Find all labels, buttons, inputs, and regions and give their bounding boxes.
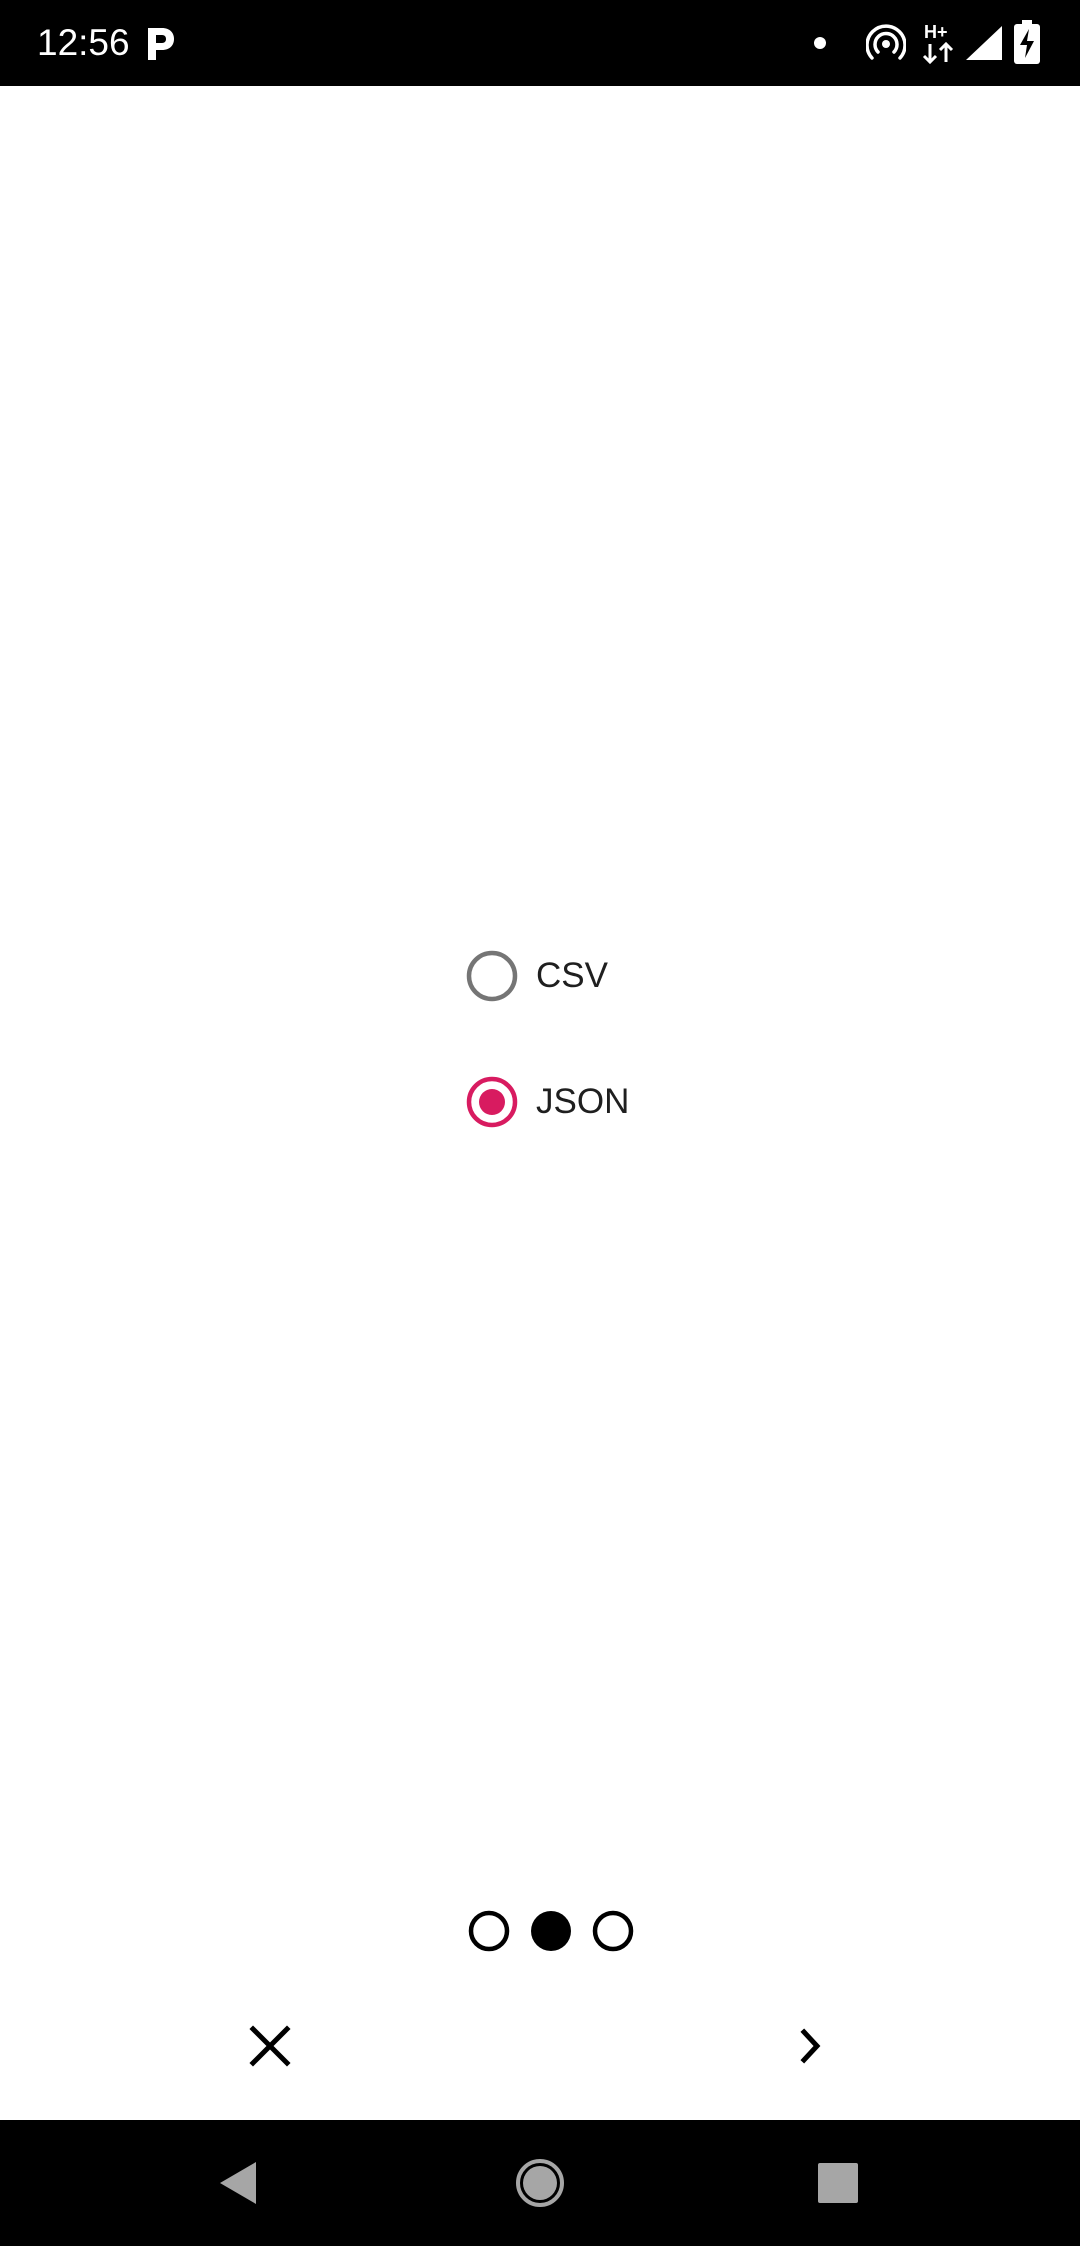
radio-label-csv: CSV: [536, 956, 608, 995]
parking-icon: [148, 28, 174, 60]
next-button[interactable]: [760, 1996, 860, 2096]
signal-icon: [966, 26, 1002, 60]
chevron-right-icon: [800, 2028, 821, 2064]
page-dot-1: [468, 1910, 510, 1952]
home-icon[interactable]: [505, 2148, 575, 2218]
close-button[interactable]: [220, 1996, 320, 2096]
screen: 12:56 H+ CSV JSON: [0, 0, 1080, 2246]
network-hplus-icon: H+: [922, 22, 954, 65]
radio-option-csv[interactable]: CSV: [466, 946, 706, 1006]
page-dot-3: [592, 1910, 634, 1952]
dot-icon: [814, 37, 826, 49]
back-icon[interactable]: [204, 2148, 274, 2218]
close-icon: [249, 2025, 291, 2067]
radio-option-json[interactable]: JSON: [466, 1072, 706, 1132]
recents-icon[interactable]: [803, 2148, 873, 2218]
page-dot-2-active: [531, 1911, 571, 1951]
navigation-bar: [0, 2120, 1080, 2246]
radio-checked-icon[interactable]: [466, 1076, 518, 1128]
status-bar: 12:56 H+: [0, 0, 1080, 86]
svg-text:H+: H+: [924, 22, 948, 42]
radio-unchecked-icon[interactable]: [466, 950, 518, 1002]
status-time: 12:56: [37, 22, 130, 63]
radio-label-json: JSON: [536, 1082, 630, 1121]
hotspot-icon: [866, 24, 906, 60]
battery-charging-icon: [1014, 20, 1040, 64]
page-indicator: [467, 1909, 637, 1953]
